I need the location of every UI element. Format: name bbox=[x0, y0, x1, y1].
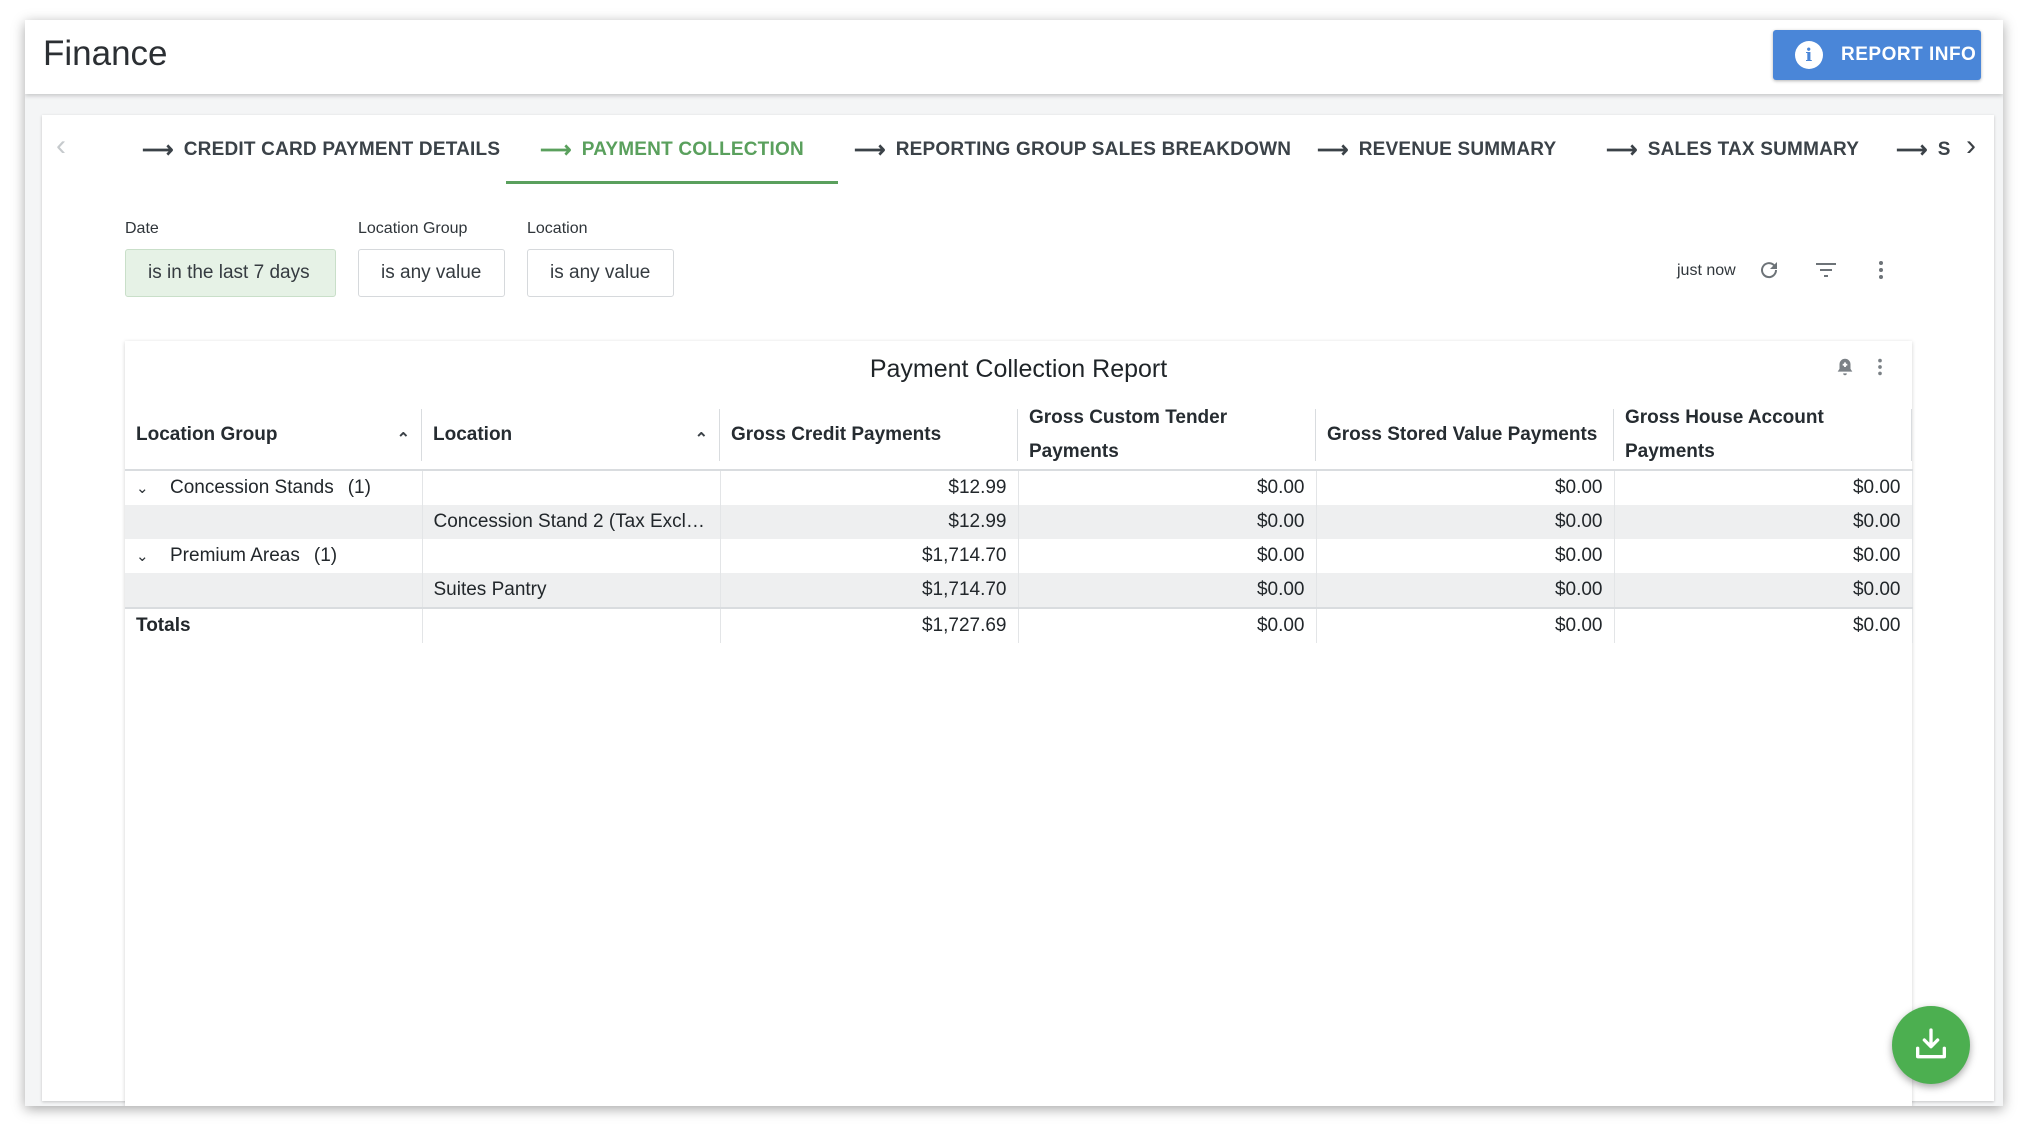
info-icon: i bbox=[1795, 41, 1823, 69]
sort-up-icon[interactable]: ⌃ bbox=[397, 423, 410, 457]
table-row: Concession Stand 2 (Tax Excl… $12.99 $0.… bbox=[125, 505, 1913, 539]
value-cell: $0.00 bbox=[1018, 470, 1317, 505]
table-header-row: Location Group ⌃ Location ⌃ Gross Credit P… bbox=[125, 401, 1912, 471]
value-cell: $0.00 bbox=[1018, 539, 1317, 573]
tab-label: CREDIT CARD PAYMENT DETAILS bbox=[183, 138, 501, 160]
last-updated-text: just now bbox=[1677, 262, 1736, 279]
value-cell: $1,714.70 bbox=[720, 539, 1019, 573]
column-header-location-group[interactable]: Location Group ⌃ bbox=[125, 401, 422, 471]
column-header-gross-house-account[interactable]: Gross House Account Payments bbox=[1614, 401, 1912, 471]
filter-label-location-group: Location Group bbox=[358, 220, 468, 237]
tab-revenue-summary[interactable]: ⟶ REVENUE SUMMARY bbox=[1283, 115, 1590, 184]
group-cell bbox=[125, 573, 423, 608]
group-cell bbox=[125, 505, 423, 539]
value-cell: $0.00 bbox=[1316, 505, 1615, 539]
location-cell bbox=[422, 539, 721, 573]
arrow-right-icon: ⟶ bbox=[1317, 136, 1349, 162]
tab-reporting-group-sales-breakdown[interactable]: ⟶ REPORTING GROUP SALES BREAKDOWN bbox=[820, 115, 1325, 184]
column-header-location[interactable]: Location ⌃ bbox=[422, 401, 720, 471]
value-cell: $0.00 bbox=[1614, 539, 1913, 573]
tabs-scroll-right-icon[interactable]: › bbox=[1966, 129, 1976, 163]
totals-value: $0.00 bbox=[1614, 607, 1913, 643]
tabs-scroll-left-icon[interactable]: ‹ bbox=[56, 129, 66, 163]
group-cell[interactable]: ⌄ Premium Areas (1) bbox=[125, 539, 423, 573]
location-cell: Concession Stand 2 (Tax Excl… bbox=[422, 505, 721, 539]
tab-sales-tax-summary[interactable]: ⟶ SALES TAX SUMMARY bbox=[1572, 115, 1893, 184]
column-header-gross-custom-tender[interactable]: Gross Custom Tender Payments bbox=[1018, 401, 1316, 471]
app-header: Finance i REPORT INFO bbox=[25, 20, 2003, 94]
tab-label: REVENUE SUMMARY bbox=[1358, 138, 1557, 160]
arrow-right-icon: ⟶ bbox=[540, 136, 572, 162]
tab-payment-collection[interactable]: ⟶ PAYMENT COLLECTION bbox=[506, 115, 838, 184]
tab-bar: ‹ ⟶ CREDIT CARD PAYMENT DETAILS ⟶ PAYMEN… bbox=[42, 115, 1994, 184]
chevron-down-icon[interactable]: ⌄ bbox=[136, 479, 158, 497]
report-title: Payment Collection Report bbox=[869, 355, 1168, 383]
sort-up-icon[interactable]: ⌃ bbox=[695, 423, 708, 457]
bell-alert-icon[interactable] bbox=[1831, 353, 1859, 381]
totals-row: Totals $1,727.69 $0.00 $0.00 $0.00 bbox=[125, 607, 1913, 643]
value-cell: $0.00 bbox=[1018, 573, 1317, 608]
location-cell: Suites Pantry bbox=[422, 573, 721, 608]
refresh-icon[interactable] bbox=[1752, 253, 1786, 287]
tab-label: PAYMENT COLLECTION bbox=[581, 138, 804, 160]
table-row: ⌄ Premium Areas (1) $1,714.70 $0.00 $0.00 … bbox=[125, 539, 1913, 573]
column-header-gross-stored-value[interactable]: Gross Stored Value Payments bbox=[1316, 401, 1614, 471]
value-cell: $0.00 bbox=[1018, 505, 1317, 539]
filter-icon[interactable] bbox=[1809, 253, 1843, 287]
location-cell bbox=[422, 470, 721, 505]
tab-label: STC bbox=[1937, 138, 1950, 160]
value-cell: $0.00 bbox=[1316, 470, 1615, 505]
value-cell: $1,714.70 bbox=[720, 573, 1019, 608]
tab-label: REPORTING GROUP SALES BREAKDOWN bbox=[895, 138, 1292, 160]
arrow-right-icon: ⟶ bbox=[1606, 136, 1638, 162]
report-table: Location Group ⌃ Location ⌃ Gross Credit P… bbox=[125, 401, 1913, 643]
group-cell[interactable]: ⌄ Concession Stands (1) bbox=[125, 470, 423, 505]
dashboard-panel: ‹ ⟶ CREDIT CARD PAYMENT DETAILS ⟶ PAYMEN… bbox=[42, 115, 1994, 1106]
arrow-right-icon: ⟶ bbox=[854, 136, 886, 162]
totals-location-cell bbox=[422, 607, 721, 643]
download-icon bbox=[1916, 1028, 1946, 1059]
tab-label: SALES TAX SUMMARY bbox=[1647, 138, 1860, 160]
arrow-right-icon: ⟶ bbox=[1896, 136, 1928, 162]
value-cell: $0.00 bbox=[1614, 573, 1913, 608]
filter-label-date: Date bbox=[125, 220, 159, 237]
totals-value: $1,727.69 bbox=[720, 607, 1019, 643]
value-cell: $0.00 bbox=[1614, 470, 1913, 505]
table-row: ⌄ Concession Stands (1) $12.99 $0.00 $0.00… bbox=[125, 470, 1913, 505]
column-header-gross-credit[interactable]: Gross Credit Payments bbox=[720, 401, 1018, 471]
location-group-filter[interactable]: is any value bbox=[358, 249, 505, 297]
value-cell: $0.00 bbox=[1316, 573, 1615, 608]
report-info-button[interactable]: i REPORT INFO bbox=[1773, 30, 1981, 80]
tab-credit-card-payment-details[interactable]: ⟶ CREDIT CARD PAYMENT DETAILS bbox=[108, 115, 534, 184]
page-title: Finance bbox=[43, 34, 168, 73]
location-filter[interactable]: is any value bbox=[527, 249, 674, 297]
tile-more-icon[interactable] bbox=[1866, 353, 1894, 381]
chevron-down-icon[interactable]: ⌄ bbox=[136, 547, 158, 565]
report-tile: Payment Collection Report Location Group… bbox=[125, 341, 1913, 1106]
download-button[interactable] bbox=[1892, 1006, 1970, 1084]
table-row: Suites Pantry $1,714.70 $0.00 $0.00 $0.0… bbox=[125, 573, 1913, 608]
value-cell: $0.00 bbox=[1614, 505, 1913, 539]
report-info-label: REPORT INFO bbox=[1841, 44, 1977, 65]
value-cell: $12.99 bbox=[720, 505, 1019, 539]
totals-label: Totals bbox=[125, 607, 423, 643]
more-vert-icon[interactable] bbox=[1864, 253, 1898, 287]
totals-value: $0.00 bbox=[1316, 607, 1615, 643]
tab-stc[interactable]: ⟶ STC bbox=[1862, 115, 1950, 184]
value-cell: $0.00 bbox=[1316, 539, 1615, 573]
date-filter[interactable]: is in the last 7 days bbox=[125, 249, 336, 297]
totals-value: $0.00 bbox=[1018, 607, 1317, 643]
arrow-right-icon: ⟶ bbox=[142, 136, 174, 162]
tab-strip: ⟶ CREDIT CARD PAYMENT DETAILS ⟶ PAYMENT … bbox=[108, 115, 1950, 184]
value-cell: $12.99 bbox=[720, 470, 1019, 505]
app-window: Finance i REPORT INFO ‹ ⟶ CREDIT CARD PA… bbox=[25, 20, 2003, 1106]
filter-label-location: Location bbox=[527, 220, 588, 237]
